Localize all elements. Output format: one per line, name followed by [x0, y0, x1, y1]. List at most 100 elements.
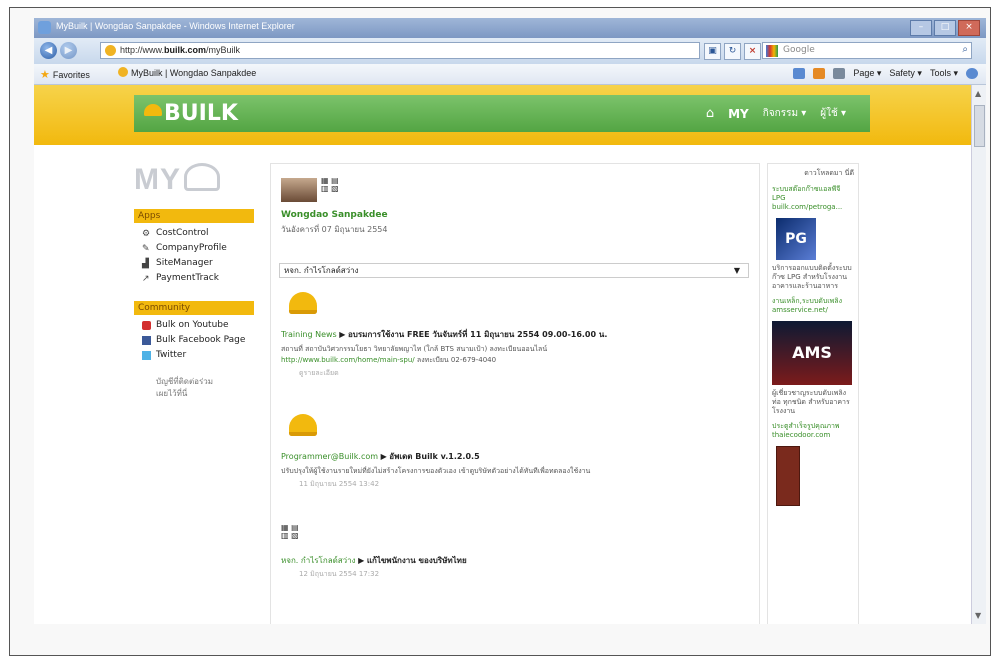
my-logo: MY [134, 163, 254, 197]
speech-bubble-icon [184, 163, 220, 191]
print-icon[interactable] [833, 68, 846, 79]
page-menu[interactable]: Page ▾ [853, 68, 881, 79]
nav-users[interactable]: ผู้ใช้ ▾ [820, 106, 846, 121]
ad-image[interactable]: AMS [772, 321, 852, 385]
window-title: MyBuilk | Wongdao Sanpakdee - Windows In… [56, 21, 295, 31]
sidebar-item-companyprofile[interactable]: ✎ CompanyProfile [142, 243, 254, 254]
command-bar: Page ▾ Safety ▾ Tools ▾ [793, 68, 978, 79]
sidebar-item-sitemanager[interactable]: ▟ SiteManager [142, 258, 254, 269]
post-source[interactable]: Training News [281, 330, 337, 339]
safety-menu[interactable]: Safety ▾ [889, 68, 922, 79]
community-header: Community [134, 301, 254, 315]
company-logo: ▦ ▤ ▥ ▧ [281, 523, 299, 540]
refresh-icon[interactable]: ↻ [724, 43, 741, 60]
nav-activities[interactable]: กิจกรรม ▾ [763, 106, 807, 121]
tools-menu[interactable]: Tools ▾ [930, 68, 958, 79]
favorites-bar: ★ Favorites MyBuilk | Wongdao Sanpakdee P… [34, 64, 986, 85]
home-icon[interactable]: ⌂ [706, 106, 714, 121]
photo-frame: MyBuilk | Wongdao Sanpakdee - Windows In… [9, 7, 991, 656]
site-icon: ▟ [142, 258, 149, 269]
minimize-icon[interactable]: – [910, 20, 932, 36]
post-meta: ดูรายละเอียด [299, 369, 339, 377]
close-icon[interactable]: × [958, 20, 980, 36]
ads-column: ดาวโหลดมา นี่ดี ระบบสต๊อกก๊าซแอลพีจี LPG… [767, 163, 859, 624]
window-controls: – □ × [910, 20, 980, 36]
post-meta: 11 มิถุนายน 2554 13:42 [299, 480, 380, 488]
builk-logo[interactable]: BUILK [144, 101, 238, 126]
post-title[interactable]: แก้ไขพนักงาน ของบริษัทไทย [367, 556, 467, 565]
helmet-icon [144, 104, 162, 116]
post-source[interactable]: หจก. กำไรโกลด์สว่าง [281, 556, 356, 565]
cost-icon: ⚙ [142, 228, 151, 239]
sidebar-item-costcontrol[interactable]: ⚙ CostControl [142, 228, 254, 239]
twitter-icon [142, 350, 151, 360]
user-name[interactable]: Wongdao Sanpakdee [281, 210, 388, 220]
post-headline: Training News ▶ อบรมการใช้งาน FREE วันจั… [281, 330, 608, 339]
post-link[interactable]: http://www.builk.com/home/main-spu/ [281, 356, 415, 364]
post-meta: 12 มิถุนายน 2554 17:32 [299, 570, 380, 578]
scroll-down-icon[interactable]: ▼ [975, 611, 981, 620]
company-select[interactable]: หจก. กำไรโกลด์สว่าง ▼ [279, 263, 749, 278]
post-body: สถานที่ สถาบันวิศวกรรมโยธา วิทยาลัยพญาไท… [281, 345, 548, 364]
post-body: ปรับปรุงให้ผู้ใช้งานรายใหม่ที่ยังไม่สร้า… [281, 467, 591, 475]
ad-link[interactable]: ประตูสำเร็จรูปคุณภาพ thaiecodoor.com [772, 422, 854, 440]
post-headline: Programmer@Builk.com ▶ อัพเดต Builk v.1.… [281, 452, 480, 461]
post-headline: หจก. กำไรโกลด์สว่าง ▶ แก้ไขพนักงาน ของบร… [281, 556, 467, 565]
url-field[interactable]: http://www.builk.com/myBuilk [100, 42, 700, 59]
helmet-icon [289, 414, 317, 436]
favorites-button[interactable]: ★ Favorites [40, 68, 90, 81]
facebook-icon [142, 335, 151, 345]
address-bar: ◀ ▶ http://www.builk.com/myBuilk ▣ ↻ × G… [34, 38, 986, 64]
activity-feed: ▦ ▤ ▥ ▧ Wongdao Sanpakdee วันอังคารที่ 07… [270, 163, 760, 624]
feed-post: ▦ ▤ ▥ ▧ หจก. กำไรโกลด์สว่าง ▶ แก้ไขพนักงา… [281, 524, 751, 580]
feed-post: Training News ▶ อบรมการใช้งาน FREE วันจั… [281, 292, 751, 379]
web-page: BUILK ⌂ MY กิจกรรม ▾ ผู้ใช้ ▾ MY Apps ⚙ C… [34, 85, 986, 624]
screen: MyBuilk | Wongdao Sanpakdee - Windows In… [34, 18, 986, 624]
ie-logo-icon [38, 21, 51, 34]
sidebar-item-youtube[interactable]: Bulk on Youtube [142, 320, 254, 330]
company-logo: ▦ ▤ ▥ ▧ [321, 176, 339, 193]
user-date: วันอังคารที่ 07 มิถุนายน 2554 [281, 225, 388, 234]
url-text: http://www.builk.com/myBuilk [120, 45, 241, 55]
sidebar-item-facebook[interactable]: Bulk Facebook Page [142, 335, 254, 345]
back-icon[interactable]: ◀ [40, 42, 57, 59]
sidebar-item-paymenttrack[interactable]: ↗ PaymentTrack [142, 273, 254, 284]
post-title[interactable]: อบรมการใช้งาน FREE วันจันทร์ที่ 11 มิถุน… [348, 330, 607, 339]
post-source[interactable]: Programmer@Builk.com [281, 452, 378, 461]
nav-my[interactable]: MY [728, 107, 749, 121]
left-sidebar: MY Apps ⚙ CostControl ✎ CompanyProfile ▟ Si… [134, 163, 254, 400]
ad-image[interactable]: PG [776, 218, 816, 260]
post-title[interactable]: อัพเดต Builk v.1.2.0.5 [389, 452, 479, 461]
ad-image[interactable] [776, 446, 800, 506]
search-input[interactable]: Google ⌕ [762, 42, 972, 59]
avatar[interactable] [281, 178, 317, 202]
scrollbar-thumb[interactable] [974, 105, 985, 147]
helmet-icon [289, 292, 317, 314]
ad-link[interactable]: ระบบสต๊อกก๊าซแอลพีจี LPG builk.com/petro… [772, 185, 854, 212]
ads-header: ดาวโหลดมา นี่ดี [804, 169, 854, 177]
feeds-icon[interactable] [813, 68, 826, 79]
stop-icon[interactable]: × [744, 43, 761, 60]
sidebar-item-twitter[interactable]: Twitter [142, 350, 254, 360]
page-scrollbar[interactable]: ▲ ▼ [971, 85, 986, 624]
caret-down-icon: ▼ [733, 266, 740, 275]
home-icon[interactable] [793, 68, 806, 79]
site-nav: ⌂ MY กิจกรรม ▾ ผู้ใช้ ▾ [706, 106, 846, 121]
help-icon[interactable] [966, 68, 978, 79]
ad-text: ผู้เชี่ยวชาญระบบดับเพลิง ท่อ ทุกชนิด สำห… [772, 389, 850, 415]
compatibility-icon[interactable]: ▣ [704, 43, 721, 60]
page-favicon-icon [105, 45, 116, 56]
feed-post: Programmer@Builk.com ▶ อัพเดต Builk v.1.… [281, 414, 751, 490]
ad-text: บริการออกแบบติดตั้งระบบก๊าซ LPG สำหรับโร… [772, 264, 852, 290]
window-titlebar: MyBuilk | Wongdao Sanpakdee - Windows In… [34, 18, 986, 38]
search-icon[interactable]: ⌕ [962, 44, 968, 55]
scroll-up-icon[interactable]: ▲ [975, 89, 981, 98]
search-placeholder: Google [783, 45, 815, 55]
tab-current[interactable]: MyBuilk | Wongdao Sanpakdee [118, 67, 256, 78]
ad-link[interactable]: งานเหล็ก,ระบบดับเพลิง amsservice.net/ [772, 297, 854, 315]
tab-favicon-icon [118, 67, 128, 77]
forward-icon[interactable]: ▶ [60, 42, 77, 59]
maximize-icon[interactable]: □ [934, 20, 956, 36]
youtube-icon [142, 320, 151, 330]
address-tools: ▣ ↻ × [704, 43, 761, 60]
